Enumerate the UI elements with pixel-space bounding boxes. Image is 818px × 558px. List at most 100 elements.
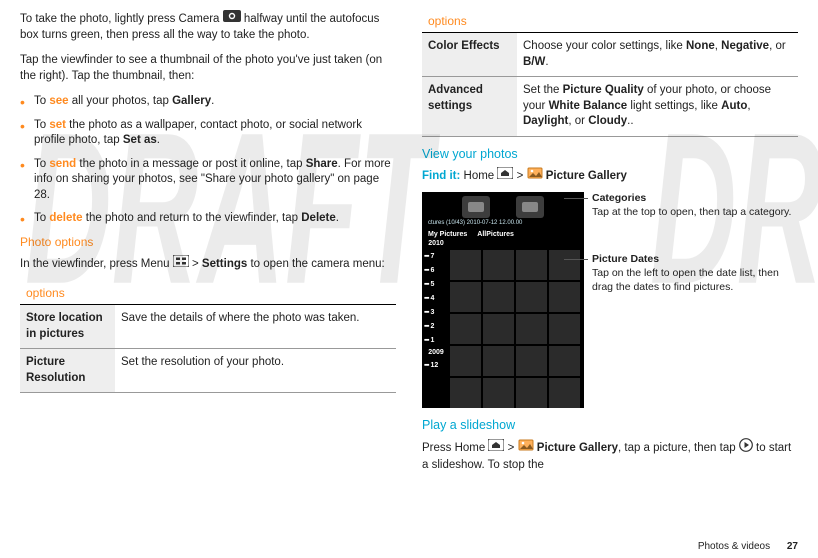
text: Picture Quality bbox=[563, 84, 644, 96]
camera-icon bbox=[223, 10, 241, 28]
table-header: options bbox=[422, 10, 798, 33]
text: > bbox=[192, 257, 202, 269]
text: White Balance bbox=[549, 100, 628, 112]
thumbnail bbox=[450, 346, 481, 376]
list-item: To set the photo as a wallpaper, contact… bbox=[20, 118, 396, 149]
text: to open the camera menu: bbox=[247, 257, 384, 269]
category-icon bbox=[516, 196, 544, 218]
text: > bbox=[517, 169, 527, 181]
thumbnail bbox=[549, 282, 580, 312]
action-label: Picture Gallery bbox=[546, 169, 627, 181]
dots-icon: ▪▪▪ bbox=[424, 253, 428, 260]
keyword: send bbox=[49, 158, 76, 170]
thumbnail bbox=[450, 250, 481, 280]
tab-my-pictures: My Pictures bbox=[428, 231, 467, 238]
thumbnail bbox=[549, 314, 580, 344]
option-key: Store location in pictures bbox=[20, 305, 115, 349]
home-icon bbox=[497, 167, 513, 185]
text: Cloudy bbox=[588, 115, 627, 127]
dots-icon: ▪▪▪ bbox=[424, 295, 428, 302]
gallery-icon bbox=[527, 167, 543, 185]
dots-icon: ▪▪▪ bbox=[424, 337, 428, 344]
phone-screenshot-row: ctures (10/43) 2010-07-12 12.00.00 My Pi… bbox=[422, 192, 798, 408]
callout-title: Categories bbox=[592, 192, 646, 204]
text: the photo as a wallpaper, contact photo,… bbox=[34, 119, 362, 147]
thumbnail bbox=[516, 378, 547, 408]
thumbnail bbox=[483, 378, 514, 408]
camera-menu-paragraph: In the viewfinder, press Menu > Settings… bbox=[20, 255, 396, 273]
thumbnail bbox=[483, 282, 514, 312]
action-label: Settings bbox=[202, 257, 247, 269]
category-icon bbox=[462, 196, 490, 218]
callout-categories: Categories Tap at the top to open, then … bbox=[592, 192, 798, 219]
list-item: To send the photo in a message or post i… bbox=[20, 157, 396, 204]
text: To bbox=[34, 119, 49, 131]
keyword: delete bbox=[49, 212, 82, 224]
thumbnail bbox=[516, 314, 547, 344]
thumbnail-grid bbox=[450, 250, 580, 404]
text: . bbox=[211, 95, 214, 107]
thumbnail bbox=[516, 282, 547, 312]
play-icon bbox=[739, 438, 753, 458]
dots-icon: ▪▪▪ bbox=[424, 362, 428, 369]
gallery-icon bbox=[518, 439, 534, 457]
action-label: Share bbox=[306, 158, 338, 170]
thumbnail bbox=[450, 282, 481, 312]
year-label: 2009 bbox=[424, 349, 448, 356]
callout-title: Picture Dates bbox=[592, 253, 659, 265]
text: light settings, like bbox=[627, 100, 721, 112]
find-it-label: Find it: bbox=[422, 169, 460, 181]
phone-top-icons bbox=[422, 192, 584, 218]
text: In the viewfinder, press Menu bbox=[20, 257, 173, 269]
list-item: To see all your photos, tap Gallery. bbox=[20, 94, 396, 110]
list-item: To delete the photo and return to the vi… bbox=[20, 211, 396, 227]
action-label: Picture Gallery bbox=[537, 442, 618, 454]
text: all your photos, tap bbox=[69, 95, 173, 107]
page-number: 27 bbox=[787, 541, 798, 552]
menu-icon bbox=[173, 255, 189, 273]
thumbnail bbox=[483, 250, 514, 280]
options-table-1: options Store location in pictures Save … bbox=[20, 282, 396, 393]
thumbnail bbox=[450, 314, 481, 344]
callouts: Categories Tap at the top to open, then … bbox=[592, 192, 798, 408]
month-label: 3 bbox=[430, 309, 434, 316]
bullet-list: To see all your photos, tap Gallery. To … bbox=[20, 94, 396, 227]
left-column: To take the photo, lightly press Camera … bbox=[20, 10, 396, 520]
text: .. bbox=[627, 115, 633, 127]
text: , tap a picture, then tap bbox=[618, 442, 739, 454]
option-key: Color Effects bbox=[422, 33, 517, 77]
thumbnail bbox=[516, 346, 547, 376]
tab-all-pictures: AllPictures bbox=[477, 231, 514, 238]
text: , or bbox=[769, 40, 786, 52]
intro-paragraph-1: To take the photo, lightly press Camera … bbox=[20, 10, 396, 43]
thumbnail bbox=[516, 250, 547, 280]
text: To bbox=[34, 158, 49, 170]
text: B/W bbox=[523, 56, 545, 68]
text: , bbox=[747, 100, 750, 112]
month-label: 7 bbox=[430, 253, 434, 260]
section-name: Photos & videos bbox=[698, 541, 770, 552]
date-column: 2010 ▪▪▪7 ▪▪▪6 ▪▪▪5 ▪▪▪4 ▪▪▪3 ▪▪▪2 ▪▪▪1 … bbox=[424, 238, 448, 372]
thumbnail bbox=[450, 378, 481, 408]
slideshow-paragraph: Press Home > Picture Gallery, tap a pict… bbox=[422, 438, 798, 473]
month-label: 12 bbox=[430, 362, 438, 369]
callout-body: Tap on the left to open the date list, t… bbox=[592, 267, 779, 293]
table-row: Advanced settings Set the Picture Qualit… bbox=[422, 77, 798, 137]
text: To take the photo, lightly press Camera bbox=[20, 13, 223, 25]
text: Choose your color settings, like bbox=[523, 40, 686, 52]
text: the photo in a message or post it online… bbox=[76, 158, 306, 170]
month-label: 4 bbox=[430, 295, 434, 302]
thumbnail bbox=[549, 378, 580, 408]
find-it-line: Find it: Home > Picture Gallery bbox=[422, 167, 798, 185]
month-label: 6 bbox=[430, 267, 434, 274]
dots-icon: ▪▪▪ bbox=[424, 267, 428, 274]
page-content: To take the photo, lightly press Camera … bbox=[0, 0, 818, 520]
table-header: options bbox=[20, 282, 396, 305]
dots-icon: ▪▪▪ bbox=[424, 281, 428, 288]
action-label: Gallery bbox=[172, 95, 211, 107]
text: None bbox=[686, 40, 715, 52]
option-key: Picture Resolution bbox=[20, 349, 115, 393]
heading-view-photos: View your photos bbox=[422, 147, 798, 161]
text: Set the bbox=[523, 84, 563, 96]
text: > bbox=[508, 442, 518, 454]
